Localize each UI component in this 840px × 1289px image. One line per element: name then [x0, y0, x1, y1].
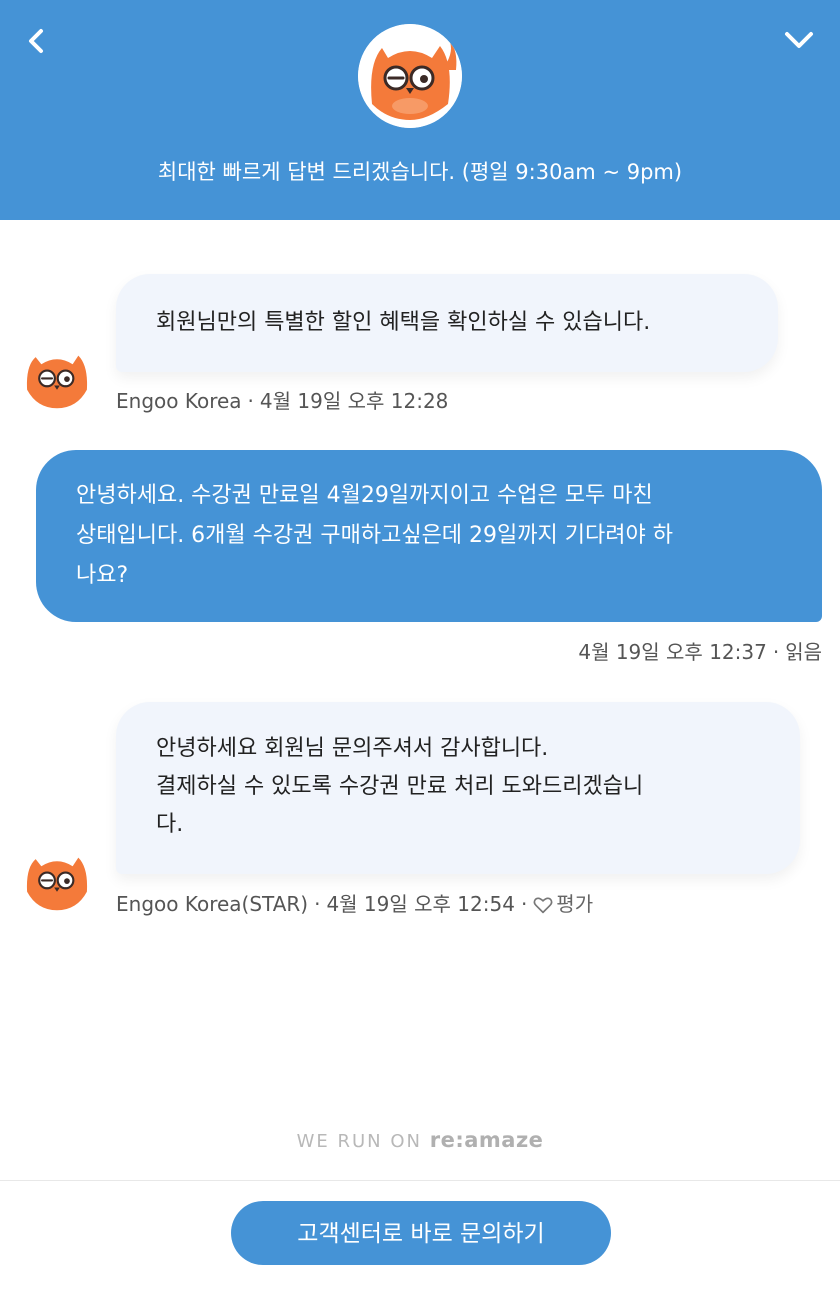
user-message-bubble: 안녕하세요. 수강권 만료일 4월29일까지이고 수업은 모두 마친 상태입니다…	[36, 450, 822, 622]
message-text-line: 다.	[156, 812, 184, 837]
message-time: 4월 19일 오후 12:37	[578, 640, 767, 664]
read-status: 읽음	[785, 640, 822, 664]
chevron-down-icon[interactable]	[782, 26, 816, 54]
message-text-line: 안녕하세요. 수강권 만료일 4월29일까지이고 수업은 모두 마친	[76, 483, 653, 508]
heart-icon	[533, 897, 553, 914]
message-text-line: 결제하실 수 있도록 수강권 만료 처리 도와드리겠습니	[156, 774, 644, 799]
rate-label: 평가	[556, 892, 594, 916]
message-text-line: 상태입니다. 6개월 수강권 구매하고싶은데 29일까지 기다려야 하	[76, 523, 673, 548]
header-mascot-avatar	[358, 24, 462, 128]
message-time: 4월 19일 오후 12:28	[259, 389, 449, 413]
message-meta: Engoo Korea · 4월 19일 오후 12:28	[116, 389, 449, 413]
message-author: Engoo Korea(STAR)	[116, 892, 309, 916]
powered-by[interactable]: WE RUN ON re:amaze	[0, 1128, 840, 1152]
powered-by-prefix: WE RUN ON	[296, 1131, 422, 1152]
agent-avatar	[20, 842, 94, 916]
message-text-line: 회원님만의 특별한 할인 혜택을 확인하실 수 있습니다.	[156, 310, 651, 335]
message-author: Engoo Korea	[116, 389, 242, 413]
contact-support-button[interactable]: 고객센터로 바로 문의하기	[231, 1201, 611, 1265]
message-meta: 4월 19일 오후 12:37 · 읽음	[578, 640, 822, 664]
message-text-line: 안녕하세요 회원님 문의주셔서 감사합니다.	[156, 736, 549, 761]
agent-message-bubble: 안녕하세요 회원님 문의주셔서 감사합니다. 결제하실 수 있도록 수강권 만료…	[116, 702, 800, 874]
back-arrow-icon[interactable]	[22, 26, 52, 56]
message-text-line: 나요?	[76, 563, 129, 588]
agent-message-bubble: 회원님만의 특별한 할인 혜택을 확인하실 수 있습니다.	[116, 274, 778, 372]
chat-footer: 고객센터로 바로 문의하기	[0, 1180, 840, 1289]
message-time: 4월 19일 오후 12:54	[326, 892, 515, 916]
rate-button[interactable]: 평가	[533, 892, 593, 916]
agent-avatar	[20, 340, 94, 414]
header-subtitle: 최대한 빠르게 답변 드리겠습니다. (평일 9:30am ~ 9pm)	[157, 160, 683, 184]
reamaze-logo: re:amaze	[429, 1128, 544, 1152]
chat-header: 최대한 빠르게 답변 드리겠습니다. (평일 9:30am ~ 9pm)	[0, 0, 840, 220]
message-meta: Engoo Korea(STAR) · 4월 19일 오후 12:54 · 평가	[116, 892, 594, 916]
